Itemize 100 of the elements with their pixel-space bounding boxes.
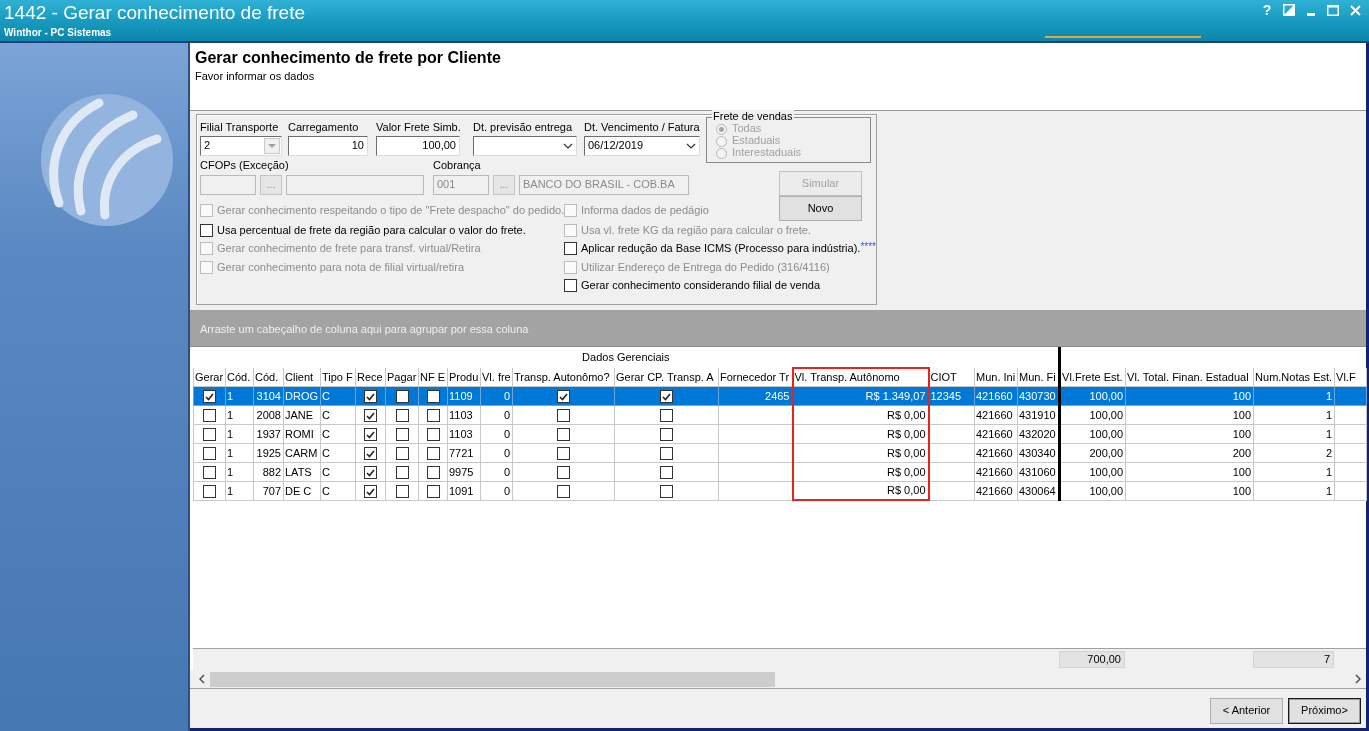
- scrollbar-thumb[interactable]: [210, 671, 775, 687]
- half-filled-square-icon: [1283, 4, 1295, 16]
- radio-label: Estaduais: [732, 134, 781, 148]
- grid-row[interactable]: 1 707 DE C C 1091 0 R$ 0,00 421660 430064 100,00 100 1: [193, 481, 1367, 500]
- table-cell: 421660: [974, 443, 1018, 462]
- table-cell: C: [320, 386, 356, 405]
- number-field[interactable]: 100,00: [376, 136, 460, 156]
- number-field[interactable]: 10: [288, 136, 368, 156]
- checkbox[interactable]: [203, 466, 216, 480]
- checkbox[interactable]: [564, 242, 577, 256]
- column-header[interactable]: Vl.F: [1334, 368, 1367, 386]
- checkbox[interactable]: [364, 428, 377, 442]
- checkbox[interactable]: [364, 485, 377, 499]
- checkbox[interactable]: [564, 279, 577, 293]
- column-header[interactable]: Vl. Total. Finan. Estadual: [1125, 368, 1254, 386]
- checkbox[interactable]: [364, 409, 377, 423]
- grid-row[interactable]: 1 882 LATS C 9975 0 R$ 0,00 421660 431060 100,00 100 1: [193, 462, 1367, 481]
- column-header[interactable]: Rece: [355, 368, 386, 386]
- checkbox[interactable]: [426, 409, 440, 423]
- column-header[interactable]: Gerar: [193, 368, 226, 386]
- grid-row[interactable]: 1 1925 CARM C 7721 0 R$ 0,00 421660 430340 200,00 200 2: [193, 443, 1367, 462]
- column-header[interactable]: Gerar CP. Transp. A: [614, 368, 719, 386]
- table-cell: ROMI: [283, 424, 321, 443]
- column-header[interactable]: Transp. Autonômo?: [512, 368, 615, 386]
- checkbox[interactable]: [395, 447, 409, 461]
- checkbox[interactable]: [203, 428, 216, 442]
- table-cell: C: [320, 424, 356, 443]
- tick-icon: [366, 411, 375, 420]
- checkbox[interactable]: [364, 390, 377, 404]
- minimize-icon: [1307, 13, 1315, 16]
- checkbox[interactable]: [557, 409, 570, 423]
- checkbox[interactable]: [557, 466, 570, 480]
- checkbox[interactable]: [660, 466, 673, 480]
- checkbox[interactable]: [426, 447, 440, 461]
- checkbox[interactable]: [557, 447, 570, 461]
- checkbox[interactable]: [426, 428, 440, 442]
- checkbox[interactable]: [203, 447, 216, 461]
- checkbox[interactable]: [660, 447, 673, 461]
- checkbox[interactable]: [395, 409, 409, 423]
- checkbox[interactable]: [203, 485, 216, 499]
- table-cell: R$ 0,00: [792, 424, 929, 443]
- checkbox[interactable]: [557, 428, 570, 442]
- column-header[interactable]: Vl. fre: [480, 368, 513, 386]
- checkbox[interactable]: [557, 485, 570, 499]
- caret-down-icon: [268, 144, 276, 148]
- checkbox-label: Gerar conhecimento considerando filial de venda: [581, 279, 821, 293]
- checkbox[interactable]: [660, 485, 673, 499]
- date-field[interactable]: 06/12/2019: [584, 136, 700, 156]
- grid-row[interactable]: 1 1937 ROMI C 1103 0 R$ 0,00 421660 432020 100,00 100 1: [193, 424, 1367, 443]
- table-cell: 1937: [253, 424, 284, 443]
- column-header[interactable]: Tipo F: [320, 368, 356, 386]
- column-header[interactable]: Mun. Fi: [1017, 368, 1060, 386]
- window-title: 1442 - Gerar conhecimento de frete: [4, 1, 305, 24]
- column-header[interactable]: Cód.: [225, 368, 254, 386]
- checkbox[interactable]: [660, 409, 673, 423]
- action-button[interactable]: Novo: [779, 196, 862, 221]
- checkbox[interactable]: [395, 466, 409, 480]
- checkbox[interactable]: [395, 428, 409, 442]
- column-header[interactable]: Vl. Transp. Autônomo: [792, 368, 929, 386]
- checkbox[interactable]: [426, 485, 440, 499]
- table-cell: 707: [253, 481, 284, 500]
- date-field[interactable]: [473, 136, 577, 156]
- checkbox[interactable]: [557, 390, 570, 404]
- checkbox[interactable]: [203, 390, 216, 404]
- chevron-down-icon: [686, 143, 696, 149]
- checkbox[interactable]: [364, 466, 377, 480]
- checkbox[interactable]: [660, 390, 673, 404]
- grid-row[interactable]: 1 2008 JANE C 1103 0 R$ 0,00 421660 431910 100,00 100 1: [193, 405, 1367, 424]
- column-header[interactable]: Num.Notas Est.: [1253, 368, 1335, 386]
- table-cell: JANE: [283, 405, 321, 424]
- column-header[interactable]: Vl.Frete Est.: [1059, 368, 1126, 386]
- column-header[interactable]: Pagar: [385, 368, 419, 386]
- nav-button[interactable]: < Anterior: [1210, 698, 1283, 724]
- column-header[interactable]: CIOT: [928, 368, 975, 386]
- nav-button[interactable]: Próximo>: [1288, 698, 1361, 724]
- checkbox[interactable]: [203, 409, 216, 423]
- checkbox[interactable]: [395, 485, 409, 499]
- column-group-header: Dados Gerenciais: [582, 351, 670, 363]
- chevron-left-icon: [198, 674, 205, 684]
- table-cell: 200: [1125, 443, 1254, 462]
- checkbox[interactable]: [395, 390, 409, 404]
- column-header[interactable]: Cód.: [253, 368, 284, 386]
- table-cell: 3104: [253, 386, 284, 405]
- checkbox[interactable]: [660, 428, 673, 442]
- column-header[interactable]: Fornecedor Tr: [718, 368, 793, 386]
- table-cell: 100,00: [1059, 481, 1126, 500]
- checkbox[interactable]: [200, 223, 213, 237]
- table-cell: 0: [480, 481, 513, 500]
- table-cell: 7721: [447, 443, 481, 462]
- column-header[interactable]: NF E: [418, 368, 448, 386]
- table-cell: 1: [1253, 424, 1335, 443]
- checkbox[interactable]: [364, 447, 377, 461]
- table-cell: R$ 0,00: [792, 481, 929, 500]
- column-header[interactable]: Mun. Ini: [974, 368, 1018, 386]
- column-header[interactable]: Client: [283, 368, 321, 386]
- checkbox[interactable]: [426, 466, 440, 480]
- checkbox[interactable]: [426, 390, 440, 404]
- table-cell: 421660: [974, 386, 1018, 405]
- select-field[interactable]: 2: [200, 136, 282, 156]
- column-header[interactable]: Produ: [447, 368, 481, 386]
